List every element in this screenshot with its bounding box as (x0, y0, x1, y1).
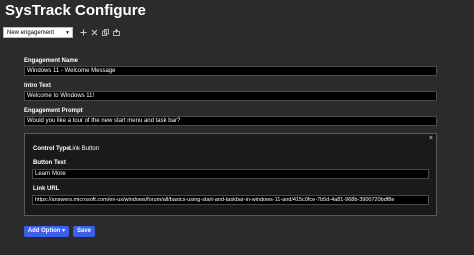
intro-text-label: Intro Text (24, 83, 51, 89)
toolbar (79, 27, 121, 38)
app-title: SysTrack Configure (5, 2, 146, 19)
option-panel: × Control Type: Link Button Button Text … (24, 133, 437, 216)
close-icon[interactable] (90, 27, 99, 38)
intro-text-field[interactable]: Welcome to Windows 11! (24, 91, 437, 101)
link-url-label: Link URL (33, 186, 60, 192)
engagement-name-label: Engagement Name (24, 58, 79, 64)
plus-icon[interactable] (79, 27, 88, 38)
control-type-value: Link Button (69, 146, 100, 152)
button-text-field[interactable]: Learn More (32, 169, 429, 179)
copy-icon[interactable] (101, 27, 110, 38)
link-url-field[interactable]: https://answers.microsoft.com/en-us/wind… (32, 195, 429, 205)
chevron-down-icon: ▼ (65, 30, 70, 36)
engagement-select[interactable]: New engagement ▼ (3, 27, 73, 38)
button-text-label: Button Text (33, 160, 66, 166)
add-option-button[interactable]: Add Option ▾ (24, 226, 69, 237)
chevron-down-icon: ▾ (62, 228, 66, 234)
save-button[interactable]: Save (73, 226, 95, 237)
export-icon[interactable] (112, 27, 121, 38)
engagement-prompt-field[interactable]: Would you like a tour of the new start m… (24, 116, 437, 126)
add-option-label: Add Option (27, 228, 61, 234)
close-icon[interactable]: × (429, 135, 433, 143)
engagement-prompt-label: Engagement Prompt (24, 108, 83, 114)
control-type-label: Control Type: (33, 146, 72, 152)
engagement-name-field[interactable]: Windows 11 - Welcome Message (24, 66, 437, 76)
engagement-select-value: New engagement (7, 30, 55, 36)
